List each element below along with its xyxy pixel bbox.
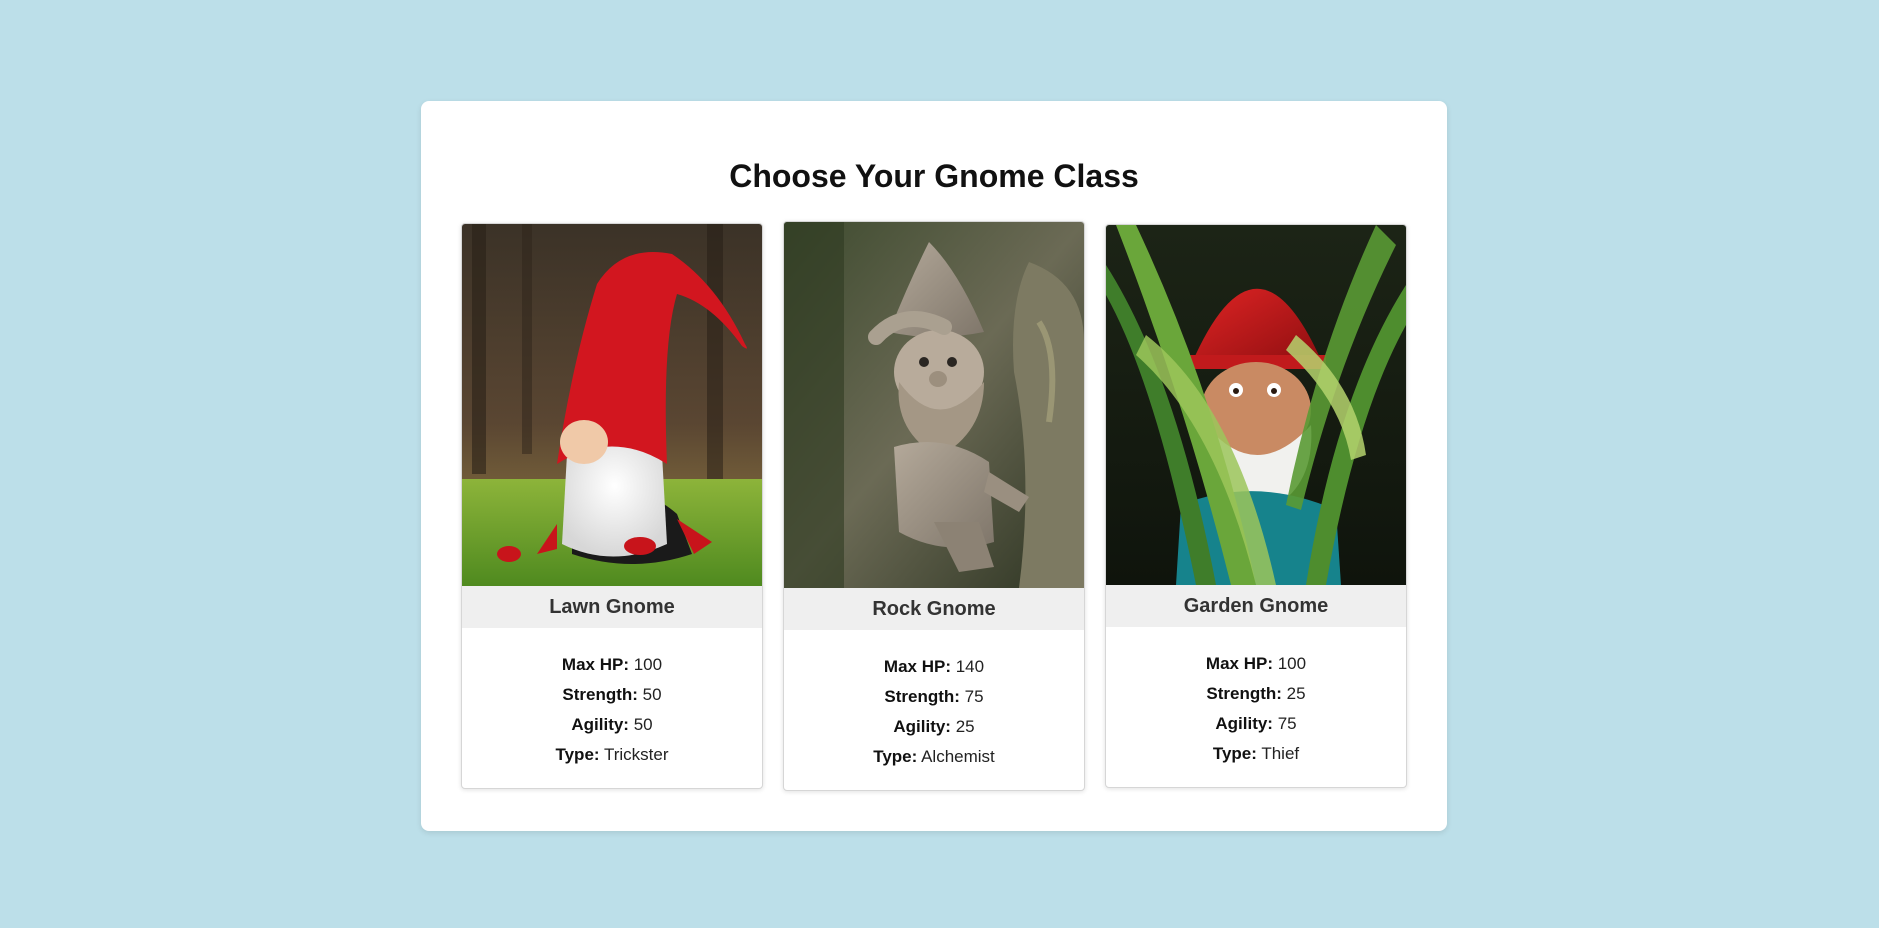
stat-type: Type: Trickster [555,745,669,764]
card-stats: Max HP: 140 Strength: 75 Agility: 25 Typ… [784,630,1084,790]
gnome-card-garden[interactable]: Garden Gnome Max HP: 100 Strength: 25 Ag… [1105,224,1407,788]
card-name: Lawn Gnome [462,586,762,628]
stat-strength: Strength: 75 [884,687,984,706]
stat-max-hp: Max HP: 100 [1205,654,1307,673]
card-name: Garden Gnome [1106,585,1406,627]
stat-type: Type: Thief [1212,744,1300,763]
stat-strength: Strength: 25 [1206,684,1306,703]
lawn-gnome-image [462,224,762,586]
garden-gnome-image [1106,225,1406,585]
stat-strength: Strength: 50 [562,685,662,704]
class-selection-panel: Choose Your Gnome Class Lawn Gnome Max H… [421,101,1447,831]
gnome-card-rock[interactable]: Rock Gnome Max HP: 140 Strength: 75 Agil… [783,221,1085,791]
card-stats: Max HP: 100 Strength: 25 Agility: 75 Typ… [1106,627,1406,787]
stat-agility: Agility: 75 [1215,714,1297,733]
stat-agility: Agility: 25 [893,717,975,736]
stat-type: Type: Alchemist [873,747,995,766]
stat-max-hp: Max HP: 140 [883,657,985,676]
page-title: Choose Your Gnome Class [729,158,1139,194]
stat-agility: Agility: 50 [571,715,653,734]
card-stats: Max HP: 100 Strength: 50 Agility: 50 Typ… [462,628,762,788]
card-name: Rock Gnome [784,588,1084,630]
gnome-card-lawn[interactable]: Lawn Gnome Max HP: 100 Strength: 50 Agil… [461,223,763,789]
stat-max-hp: Max HP: 100 [561,655,663,674]
rock-gnome-image [784,222,1084,588]
